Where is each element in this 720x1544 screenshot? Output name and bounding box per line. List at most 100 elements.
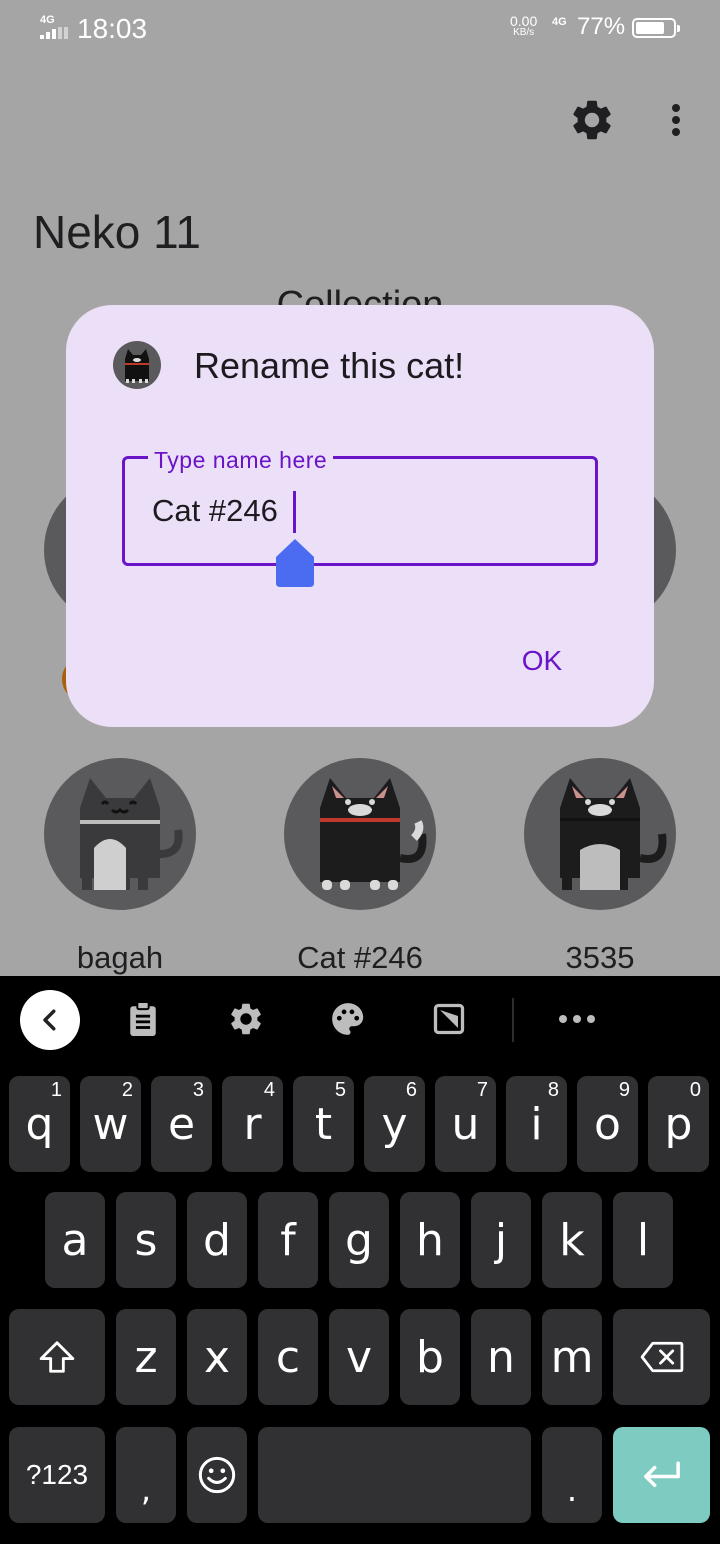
cat-card[interactable]: bagah — [44, 758, 196, 975]
key-w[interactable]: w2 — [80, 1076, 141, 1172]
cat-avatar — [284, 758, 436, 910]
key-hint: 1 — [50, 1079, 62, 1101]
key-label: u — [451, 1098, 480, 1150]
battery-icon — [632, 18, 680, 38]
key-label: d — [203, 1214, 231, 1266]
dialog-title: Rename this cat! — [194, 345, 465, 386]
data-speed: 0.00 KB/s — [510, 14, 537, 39]
more-horizontal-icon[interactable] — [547, 988, 607, 1050]
key-m[interactable]: m — [542, 1309, 602, 1405]
comma-key[interactable]: , — [116, 1427, 176, 1523]
key-label: , — [140, 1471, 152, 1509]
network-type-2: 4G — [552, 16, 567, 28]
key-hint: 9 — [618, 1079, 630, 1101]
space-key[interactable] — [258, 1427, 531, 1523]
key-o[interactable]: o9 — [577, 1076, 638, 1172]
key-p[interactable]: p0 — [648, 1076, 709, 1172]
key-label: r — [243, 1098, 262, 1150]
key-z[interactable]: z — [116, 1309, 176, 1405]
key-label: a — [61, 1214, 89, 1266]
ok-button[interactable]: OK — [506, 635, 578, 687]
backspace-key[interactable] — [613, 1309, 710, 1405]
cat-avatar — [524, 758, 676, 910]
key-h[interactable]: h — [400, 1192, 460, 1288]
key-hint: 6 — [405, 1079, 417, 1101]
period-key[interactable]: . — [542, 1427, 602, 1523]
gear-icon[interactable] — [568, 96, 616, 144]
key-l[interactable]: l — [613, 1192, 673, 1288]
key-label: j — [494, 1214, 508, 1266]
emoji-icon — [198, 1456, 236, 1494]
key-label: m — [550, 1331, 594, 1383]
clock: 18:03 — [77, 13, 148, 44]
enter-key[interactable] — [613, 1427, 710, 1523]
key-label: l — [636, 1214, 650, 1266]
enter-icon — [643, 1461, 680, 1488]
more-vertical-icon[interactable] — [664, 100, 688, 140]
key-label: w — [92, 1098, 129, 1150]
cat-icon — [80, 778, 183, 890]
key-y[interactable]: y6 — [364, 1076, 425, 1172]
key-label: n — [487, 1331, 515, 1383]
cat-name: Cat #246 — [297, 940, 423, 975]
cat-avatar — [44, 758, 196, 910]
key-q[interactable]: q1 — [9, 1076, 70, 1172]
key-u[interactable]: u7 — [435, 1076, 496, 1172]
key-c[interactable]: c — [258, 1309, 318, 1405]
key-label: b — [416, 1331, 444, 1383]
key-label: v — [345, 1331, 373, 1383]
key-hint: 5 — [334, 1079, 346, 1101]
battery-percent: 77% — [577, 13, 626, 40]
key-v[interactable]: v — [329, 1309, 389, 1405]
cat-name: bagah — [76, 940, 164, 975]
keyboard: q1 w2 e3 r4 t5 y6 u7 i8 o9 p0 a s d f g … — [0, 976, 720, 1544]
back-icon[interactable] — [20, 990, 80, 1050]
toolbar-divider — [512, 998, 514, 1042]
key-label: i — [530, 1098, 543, 1150]
key-b[interactable]: b — [400, 1309, 460, 1405]
key-d[interactable]: d — [187, 1192, 247, 1288]
key-label: t — [314, 1098, 333, 1150]
key-label: x — [203, 1331, 231, 1383]
clipboard-icon[interactable] — [113, 988, 173, 1050]
key-f[interactable]: f — [258, 1192, 318, 1288]
key-label: s — [134, 1214, 158, 1266]
key-hint: 4 — [263, 1079, 275, 1101]
key-hint: 0 — [689, 1079, 701, 1101]
cat-icon — [113, 341, 161, 389]
key-n[interactable]: n — [471, 1309, 531, 1405]
palette-icon[interactable] — [318, 988, 378, 1050]
key-r[interactable]: r4 — [222, 1076, 283, 1172]
key-x[interactable]: x — [187, 1309, 247, 1405]
key-j[interactable]: j — [471, 1192, 531, 1288]
name-field-label: Type name here — [148, 447, 334, 474]
network-type: 4G — [40, 14, 55, 26]
key-a[interactable]: a — [45, 1192, 105, 1288]
name-input[interactable] — [152, 493, 572, 529]
key-t[interactable]: t5 — [293, 1076, 354, 1172]
cat-card[interactable]: 3535 — [524, 758, 676, 975]
emoji-key[interactable] — [187, 1427, 247, 1523]
battery-tip — [677, 25, 680, 32]
key-g[interactable]: g — [329, 1192, 389, 1288]
cat-card[interactable]: Cat #246 — [284, 758, 436, 975]
key-s[interactable]: s — [116, 1192, 176, 1288]
key-e[interactable]: e3 — [151, 1076, 212, 1172]
key-hint: 7 — [476, 1079, 488, 1101]
key-i[interactable]: i8 — [506, 1076, 567, 1172]
signal-icon — [40, 27, 70, 39]
cursor-handle[interactable] — [276, 539, 314, 587]
status-bar: 4G 18:03 0.00 KB/s 4G 77% — [0, 0, 720, 58]
resize-icon[interactable] — [419, 988, 479, 1050]
cat-icon — [320, 778, 427, 890]
key-label: . — [566, 1471, 578, 1509]
shift-key[interactable] — [9, 1309, 105, 1405]
symbols-key[interactable]: ?123 — [9, 1427, 105, 1523]
key-k[interactable]: k — [542, 1192, 602, 1288]
key-label: g — [345, 1214, 373, 1266]
key-label: k — [559, 1214, 585, 1266]
settings-icon[interactable] — [216, 988, 276, 1050]
key-label: z — [134, 1331, 158, 1383]
cat-icon — [560, 778, 667, 890]
key-label: e — [167, 1098, 196, 1150]
